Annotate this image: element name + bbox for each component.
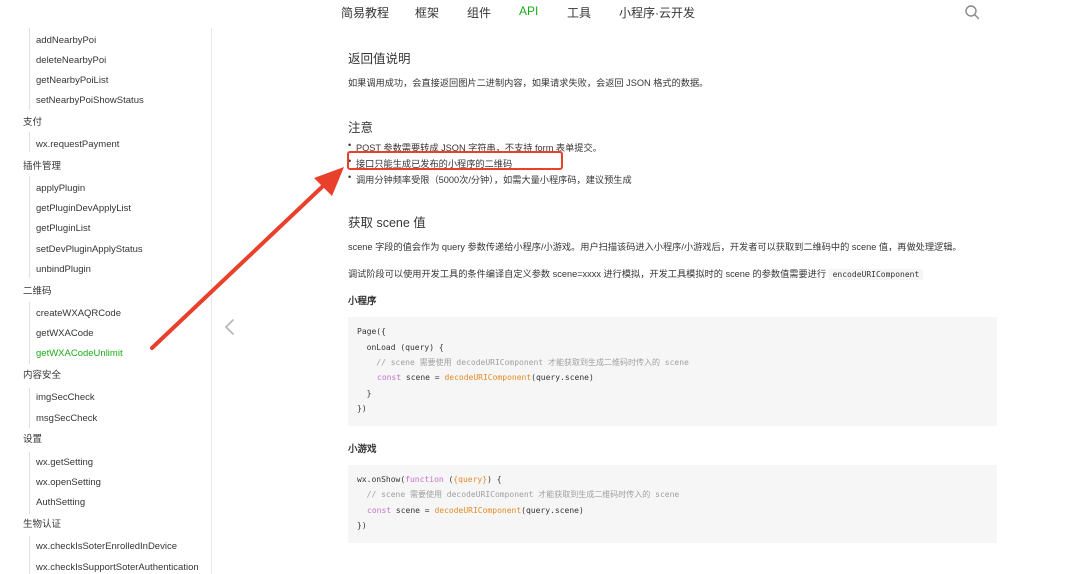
return-value-desc: 如果调用成功，会直接返回图片二进制内容，如果请求失败，会返回 JSON 格式的数… (348, 78, 709, 88)
code-text: ) { (487, 475, 502, 484)
code-line: onLoad (query) { (357, 343, 444, 352)
sidebar-item-applyplugin[interactable]: applyPlugin (0, 179, 211, 199)
code-function: decodeURIComponent (434, 506, 522, 515)
sidebar-item-deletenearbypoi[interactable]: deleteNearbyPoi (0, 51, 211, 71)
code-keyword: function (405, 475, 444, 484)
sidebar-item-setdevpluginapplystatus[interactable]: setDevPluginApplyStatus (0, 240, 211, 260)
sidebar-group-plugin[interactable]: 插件管理 (0, 157, 211, 177)
sidebar-item-getwxacode[interactable]: getWXACode (0, 324, 211, 344)
sidebar-item-authsetting[interactable]: AuthSetting (0, 493, 211, 513)
minigame-heading: 小游戏 (348, 444, 377, 455)
sidebar-item-imgseccheck[interactable]: imgSecCheck (0, 388, 211, 408)
code-line: wx.onShow(function ({query}) { (357, 474, 502, 486)
sidebar-item-setnearbypoishowstatus[interactable]: setNearbyPoiShowStatus (0, 91, 211, 111)
code-comment: // scene 需要使用 decodeURIComponent 才能获取到生成… (357, 358, 689, 367)
notes-heading: 注意 (348, 121, 374, 135)
code-text: scene = (401, 373, 445, 382)
scene-desc: scene 字段的值会作为 query 参数传递给小程序/小游戏。用户扫描该码进… (348, 242, 962, 252)
sidebar-group-settings[interactable]: 设置 (0, 430, 211, 450)
sidebar: addNearbyPoi deleteNearbyPoi getNearbyPo… (0, 28, 212, 574)
note-item: 调用分钟频率受限（5000次/分钟），如需大量小程序码，建议预生成 (348, 172, 632, 186)
code-param: {query} (453, 475, 488, 484)
miniprogram-heading: 小程序 (348, 296, 377, 307)
debug-desc-text: 调试阶段可以使用开发工具的条件编译自定义参数 scene=xxxx 进行模拟，开… (348, 269, 827, 279)
sidebar-item-getpluginlist[interactable]: getPluginList (0, 219, 211, 239)
sidebar-item-unbindplugin[interactable]: unbindPlugin (0, 260, 211, 280)
sidebar-item-getsetting[interactable]: wx.getSetting (0, 453, 211, 473)
code-keyword: const (377, 373, 402, 382)
miniprogram-code-block: Page({ onLoad (query) { // scene 需要使用 de… (348, 317, 997, 426)
sidebar-item-getplugindevapplylist[interactable]: getPluginDevApplyList (0, 199, 211, 219)
code-function: decodeURIComponent (444, 373, 532, 382)
minigame-code-block: wx.onShow(function ({query}) { // scene … (348, 465, 997, 543)
sidebar-item-checkissupportsoter[interactable]: wx.checkIsSupportSoterAuthentication (0, 558, 211, 574)
sidebar-group-biometric[interactable]: 生物认证 (0, 515, 211, 535)
code-line: }) (357, 404, 367, 413)
code-text: ( (443, 475, 454, 484)
sidebar-item-createwxaqrcode[interactable]: createWXAQRCode (0, 304, 211, 324)
code-text: (query.scene) (521, 506, 584, 515)
debug-desc: 调试阶段可以使用开发工具的条件编译自定义参数 scene=xxxx 进行模拟，开… (348, 266, 924, 280)
inline-code: encodeURIComponent (828, 269, 924, 280)
main-content: 返回值说明 如果调用成功，会直接返回图片二进制内容，如果请求失败，会返回 JSO… (348, 0, 998, 574)
code-text: wx.onShow( (357, 475, 406, 484)
sidebar-item-requestpayment[interactable]: wx.requestPayment (0, 135, 211, 155)
code-keyword: const (367, 506, 392, 515)
code-line: const scene = decodeURIComponent(query.s… (367, 505, 584, 517)
code-comment: // scene 需要使用 decodeURIComponent 才能获取到生成… (357, 490, 680, 499)
sidebar-item-getnearbypoilist[interactable]: getNearbyPoiList (0, 71, 211, 91)
sidebar-item-checkissoterenrolled[interactable]: wx.checkIsSoterEnrolledInDevice (0, 537, 211, 557)
annotation-highlight-box (347, 151, 563, 170)
sidebar-group-content-security[interactable]: 内容安全 (0, 366, 211, 386)
code-line: }) (357, 521, 367, 530)
chevron-left-icon[interactable] (222, 318, 238, 336)
code-line: Page({ (357, 327, 386, 336)
code-line: const scene = decodeURIComponent(query.s… (377, 372, 594, 384)
sidebar-group-qrcode[interactable]: 二维码 (0, 282, 211, 302)
sidebar-group-payment[interactable]: 支付 (0, 113, 211, 133)
sidebar-item-opensetting[interactable]: wx.openSetting (0, 473, 211, 493)
code-line: } (357, 389, 372, 398)
sidebar-item-msgseccheck[interactable]: msgSecCheck (0, 409, 211, 429)
scene-heading: 获取 scene 值 (348, 216, 426, 230)
code-text: scene = (391, 506, 435, 515)
code-text: (query.scene) (531, 373, 594, 382)
return-value-heading: 返回值说明 (348, 52, 411, 66)
sidebar-item-addnearbypoi[interactable]: addNearbyPoi (0, 31, 211, 51)
sidebar-item-getwxacodeunlimit[interactable]: getWXACodeUnlimit (0, 344, 211, 364)
